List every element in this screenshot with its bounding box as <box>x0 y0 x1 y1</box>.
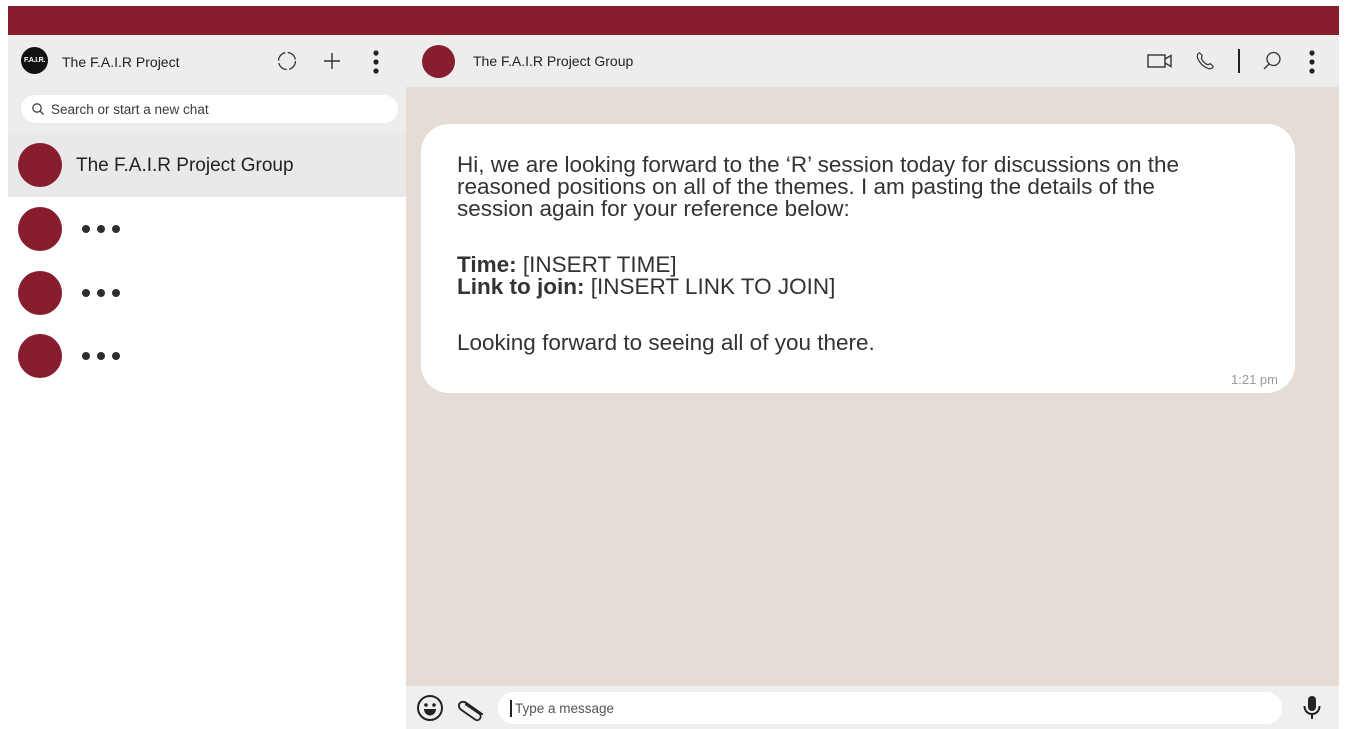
sidebar-menu-icon[interactable] <box>368 49 384 75</box>
chat-name-placeholder <box>82 289 120 297</box>
message-line: Hi, we are looking forward to the ‘R’ se… <box>457 152 1180 177</box>
header-divider <box>1238 49 1240 73</box>
chat-list-item[interactable]: The F.A.I.R Project Group <box>8 133 406 197</box>
chat-name-placeholder <box>82 352 120 360</box>
search-icon <box>32 103 44 115</box>
message-input[interactable] <box>515 697 1255 719</box>
top-bar <box>8 6 1339 35</box>
chat-list-item[interactable] <box>8 261 406 325</box>
avatar <box>18 207 62 251</box>
search-input[interactable] <box>51 99 381 119</box>
sidebar-header: F.A.I.R. The F.A.I.R Project <box>8 35 406 87</box>
search-box[interactable] <box>21 95 398 123</box>
conversation-panel: The F.A.I.R Project Group Hi, we are loo… <box>406 35 1339 729</box>
new-chat-icon[interactable] <box>321 50 343 72</box>
link-label: Link to join: <box>457 274 585 299</box>
emoji-icon[interactable] <box>416 694 444 722</box>
profile-logo[interactable]: F.A.I.R. <box>21 47 48 74</box>
voice-call-icon[interactable] <box>1193 49 1217 73</box>
message-line: Looking forward to seeing all of you the… <box>457 330 875 355</box>
microphone-icon[interactable] <box>1300 694 1324 722</box>
conversation-header: The F.A.I.R Project Group <box>406 35 1339 87</box>
attach-icon[interactable] <box>454 692 488 724</box>
sidebar: F.A.I.R. The F.A.I.R Project The F.A. <box>8 35 406 729</box>
link-value: [INSERT LINK TO JOIN] <box>584 274 836 299</box>
search-messages-icon[interactable] <box>1260 49 1284 73</box>
message-link-line: Link to join: [INSERT LINK TO JOIN] <box>457 274 836 299</box>
chat-list-item[interactable] <box>8 324 406 388</box>
status-icon[interactable] <box>276 50 298 72</box>
message-time-line: Time: [INSERT TIME] <box>457 253 677 276</box>
avatar <box>18 271 62 315</box>
message-bubble: Hi, we are looking forward to the ‘R’ se… <box>421 124 1295 393</box>
chat-name-placeholder <box>82 225 120 233</box>
group-avatar[interactable] <box>422 45 455 78</box>
profile-name: The F.A.I.R Project <box>62 54 180 70</box>
conversation-title[interactable]: The F.A.I.R Project Group <box>473 53 633 69</box>
app-window: F.A.I.R. The F.A.I.R Project The F.A. <box>8 6 1339 729</box>
message-timestamp: 1:21 pm <box>1231 372 1278 387</box>
conversation-menu-icon[interactable] <box>1305 49 1319 75</box>
search-bar <box>8 87 406 133</box>
avatar <box>18 334 62 378</box>
message-line: reasoned positions on all of the themes.… <box>457 174 1155 199</box>
composer <box>406 686 1339 729</box>
text-cursor <box>510 700 512 717</box>
message-box[interactable] <box>498 692 1282 724</box>
video-call-icon[interactable] <box>1146 50 1174 72</box>
message-line: session again for your reference below: <box>457 196 850 221</box>
chat-list-item[interactable] <box>8 197 406 261</box>
chat-name: The F.A.I.R Project Group <box>76 155 294 176</box>
avatar <box>18 143 62 187</box>
